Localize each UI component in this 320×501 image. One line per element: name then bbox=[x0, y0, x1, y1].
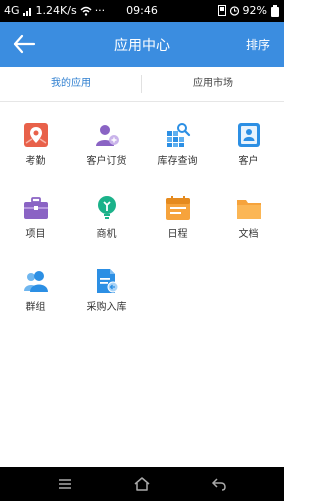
status-bar: 4G 1.24K/s ··· 09:46 92% bbox=[0, 0, 284, 22]
app-label: 考勤 bbox=[25, 156, 46, 167]
schedule-icon bbox=[166, 196, 190, 220]
project-icon bbox=[24, 197, 48, 219]
app-label: 商机 bbox=[96, 229, 117, 240]
inventory-query-icon bbox=[167, 123, 191, 147]
app-document[interactable]: 文档 bbox=[213, 174, 284, 247]
tab-my-apps[interactable]: 我的应用 bbox=[0, 67, 142, 101]
app-purchase-inbound[interactable]: 采购入库 bbox=[71, 247, 142, 320]
home-icon[interactable] bbox=[133, 475, 151, 493]
battery-level: 92% bbox=[242, 4, 267, 17]
app-label: 客户 bbox=[238, 156, 259, 167]
customer-icon bbox=[238, 123, 260, 147]
app-customer[interactable]: 客户 bbox=[213, 101, 284, 174]
app-group[interactable]: 群组 bbox=[0, 247, 71, 320]
opportunity-icon bbox=[98, 196, 116, 219]
app-label: 日程 bbox=[167, 229, 188, 240]
app-attendance[interactable]: 考勤 bbox=[0, 101, 71, 174]
app-label: 项目 bbox=[25, 229, 46, 240]
app-bar: 应用中心 排序 bbox=[0, 22, 284, 67]
menu-icon[interactable] bbox=[56, 475, 74, 493]
app-label: 客户订货 bbox=[86, 156, 127, 167]
battery-icon bbox=[271, 4, 279, 17]
sort-button[interactable]: 排序 bbox=[246, 36, 270, 53]
app-grid: 考勤 客户订货 库存查询 客户 项目 商机 日程 文档 群组 采购入库 bbox=[0, 101, 284, 467]
customer-order-icon bbox=[96, 125, 119, 146]
app-label: 采购入库 bbox=[86, 302, 127, 313]
app-label: 库存查询 bbox=[157, 156, 198, 167]
document-icon bbox=[237, 200, 261, 219]
tab-bar: 我的应用 应用市场 bbox=[0, 67, 284, 102]
sim-icon bbox=[217, 5, 226, 16]
group-icon bbox=[24, 271, 48, 292]
tab-app-market[interactable]: 应用市场 bbox=[142, 67, 284, 101]
app-project[interactable]: 项目 bbox=[0, 174, 71, 247]
system-nav-bar bbox=[0, 467, 284, 501]
app-label: 群组 bbox=[25, 302, 46, 313]
purchase-inbound-icon bbox=[97, 269, 119, 293]
app-opportunity[interactable]: 商机 bbox=[71, 174, 142, 247]
page-title: 应用中心 bbox=[114, 38, 170, 54]
app-label: 文档 bbox=[238, 229, 259, 240]
back-icon[interactable] bbox=[210, 475, 228, 493]
app-inventory-query[interactable]: 库存查询 bbox=[142, 101, 213, 174]
attendance-icon bbox=[24, 123, 48, 147]
alarm-icon bbox=[229, 6, 239, 16]
app-schedule[interactable]: 日程 bbox=[142, 174, 213, 247]
app-customer-order[interactable]: 客户订货 bbox=[71, 101, 142, 174]
